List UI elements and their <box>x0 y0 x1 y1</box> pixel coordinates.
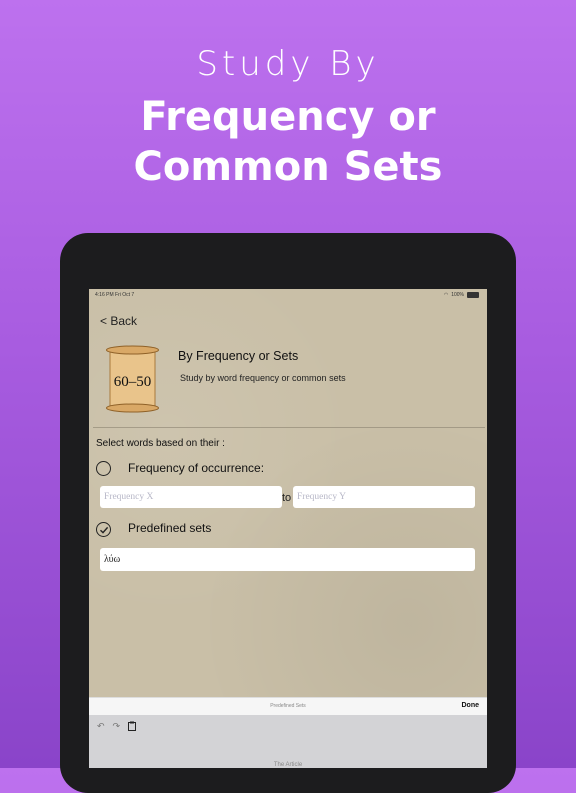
picker-title: Predefined Sets <box>270 703 306 709</box>
frequency-y-input[interactable] <box>293 486 475 508</box>
frequency-radio[interactable] <box>96 461 111 476</box>
page-title: By Frequency or Sets <box>178 349 299 363</box>
promo-subtitle: Study By <box>196 44 380 84</box>
predefined-set-input[interactable] <box>100 548 475 571</box>
frequency-option-label[interactable]: Frequency of occurrence: <box>128 461 264 475</box>
scroll-icon: 60–50 <box>106 345 159 413</box>
battery-percent: 100% <box>451 292 464 298</box>
checkmark-icon <box>99 526 108 534</box>
status-indicators: ◠ 100% <box>444 292 479 298</box>
predefined-option-label[interactable]: Predefined sets <box>128 521 211 535</box>
select-label: Select words based on their : <box>96 438 225 449</box>
undo-icon[interactable]: ↶ <box>97 721 105 733</box>
promo-title: Frequency or Common Sets <box>0 92 576 192</box>
scroll-text: 60–50 <box>114 374 152 390</box>
promo-title-line2: Common Sets <box>133 144 443 190</box>
keyboard-tools: ↶ ↷ <box>97 721 137 733</box>
promo-title-line1: Frequency or <box>140 94 436 140</box>
redo-icon[interactable]: ↷ <box>113 721 121 733</box>
back-button[interactable]: < Back <box>100 314 137 328</box>
divider <box>93 427 485 428</box>
predefined-radio[interactable] <box>96 522 111 537</box>
battery-icon <box>467 292 479 298</box>
app-screen: 4:16 PM Fri Oct 7 ◠ 100% < Back 60–50 By… <box>89 289 487 768</box>
done-button[interactable]: Done <box>462 702 480 709</box>
paste-icon[interactable] <box>128 721 137 733</box>
page-subtitle: Study by word frequency or common sets <box>180 373 346 383</box>
picker-toolbar: Predefined Sets Done <box>89 697 487 716</box>
picker-row-label[interactable]: The Article <box>89 762 487 768</box>
to-label: to <box>282 492 292 504</box>
frequency-x-input[interactable] <box>100 486 282 508</box>
status-time: 4:16 PM Fri Oct 7 <box>95 292 135 298</box>
status-bar: 4:16 PM Fri Oct 7 ◠ 100% <box>89 289 487 299</box>
wifi-icon: ◠ <box>443 292 449 298</box>
picker-area: ↶ ↷ The Article <box>89 715 487 768</box>
